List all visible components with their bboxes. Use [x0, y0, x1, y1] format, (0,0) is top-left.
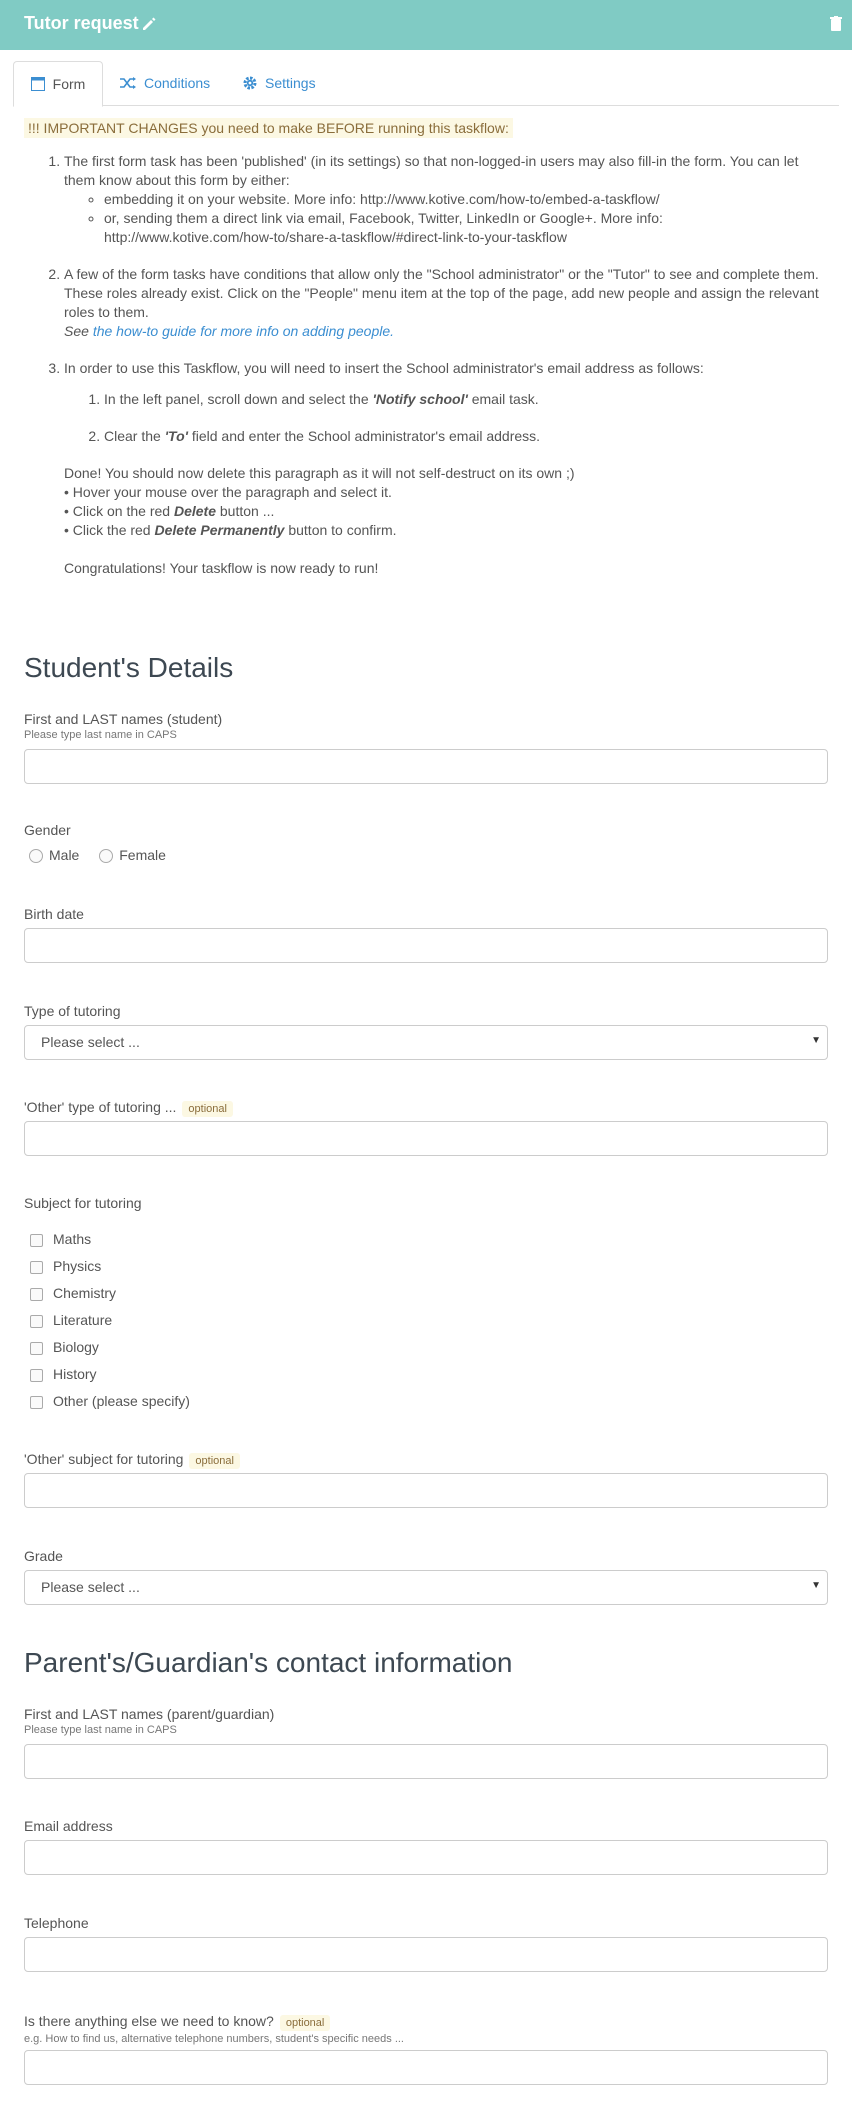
gender-female-label: Female — [119, 847, 166, 863]
instruction-step-3: In order to use this Taskflow, you will … — [64, 359, 824, 578]
email-label: Email address — [24, 1818, 113, 1834]
parent-name-field: First and LAST names (parent/guardian) P… — [24, 1706, 828, 1779]
gender-label: Gender — [24, 822, 71, 838]
other-tutoring-type-field: 'Other' type of tutoring ... optional — [24, 1099, 828, 1156]
email-field: Email address — [24, 1818, 828, 1875]
tab-conditions[interactable]: Conditions — [120, 61, 210, 104]
tutoring-type-label: Type of tutoring — [24, 1003, 121, 1019]
subject-field: Subject for tutoring Maths Physics Chemi… — [24, 1195, 828, 1420]
tab-form[interactable]: Form — [13, 61, 103, 107]
subject-option[interactable]: History — [30, 1366, 97, 1382]
grade-select[interactable]: Please select ... ▼ — [24, 1570, 828, 1605]
other-tutoring-type-label: 'Other' type of tutoring ... — [24, 1099, 177, 1115]
subject-checkbox[interactable] — [30, 1233, 43, 1247]
instruction-step-1: The first form task has been 'published'… — [64, 152, 824, 247]
other-subject-label: 'Other' subject for tutoring — [24, 1451, 184, 1467]
parent-name-input[interactable] — [24, 1744, 828, 1779]
dropdown-arrow-icon: ▼ — [811, 1580, 821, 1591]
tab-settings[interactable]: Settings — [243, 61, 316, 104]
tab-form-label: Form — [52, 76, 86, 92]
student-name-label: First and LAST names (student) — [24, 711, 223, 727]
optional-badge: optional — [182, 1101, 233, 1117]
subject-option[interactable]: Physics — [30, 1258, 101, 1274]
page-title: Tutor request — [24, 13, 139, 33]
shuffle-icon — [120, 76, 136, 89]
subject-option[interactable]: Maths — [30, 1231, 91, 1247]
subject-checkbox[interactable] — [30, 1287, 43, 1301]
telephone-field: Telephone — [24, 1915, 828, 1972]
subject-checkbox[interactable] — [30, 1314, 43, 1328]
grade-value: Please select ... — [41, 1579, 140, 1595]
subject-checkbox[interactable] — [30, 1341, 43, 1355]
other-subject-input[interactable] — [24, 1473, 828, 1508]
student-name-input[interactable] — [24, 749, 828, 784]
optional-badge: optional — [279, 2015, 331, 2031]
instruction-step-3a: In the left panel, scroll down and selec… — [104, 390, 824, 409]
congrats-text: Congratulations! Your taskflow is now re… — [64, 560, 379, 576]
bullet-3: • Click the red Delete Permanently butto… — [64, 522, 397, 538]
student-name-hint: Please type last name in CAPS — [24, 729, 177, 741]
gender-field: Gender Male Female — [24, 822, 828, 864]
email-input[interactable] — [24, 1840, 828, 1875]
top-bar: Tutor request — [0, 0, 852, 50]
subject-checkbox[interactable] — [30, 1395, 43, 1409]
subject-checkbox[interactable] — [30, 1368, 43, 1382]
tab-bar: Form Conditions Settings — [13, 61, 839, 107]
anything-else-field: Is there anything else we need to know? o… — [24, 2013, 828, 2085]
optional-badge: optional — [189, 1453, 240, 1469]
gear-icon — [243, 76, 257, 89]
grade-label: Grade — [24, 1548, 63, 1564]
instruction-step-1a: embedding it on your website. More info:… — [104, 190, 824, 209]
dropdown-arrow-icon: ▼ — [811, 1035, 821, 1046]
tab-settings-label: Settings — [265, 74, 316, 91]
important-notice: !!! IMPORTANT CHANGES you need to make B… — [24, 118, 513, 138]
parent-heading: Parent's/Guardian's contact information — [24, 1647, 513, 1678]
done-text: Done! You should now delete this paragra… — [64, 465, 575, 481]
subject-option[interactable]: Chemistry — [30, 1285, 116, 1301]
parent-name-hint: Please type last name in CAPS — [24, 1724, 177, 1736]
subject-checkbox[interactable] — [30, 1260, 43, 1274]
grade-field: Grade Please select ... ▼ — [24, 1548, 828, 1605]
parent-name-label: First and LAST names (parent/guardian) — [24, 1706, 275, 1722]
birth-date-field: Birth date — [24, 906, 828, 963]
subject-option[interactable]: Other (please specify) — [30, 1393, 190, 1409]
anything-else-input[interactable] — [24, 2050, 828, 2085]
anything-else-label: Is there anything else we need to know? — [24, 2013, 274, 2029]
bullet-2: • Click on the red Delete button ... — [64, 503, 275, 519]
instructions-block: !!! IMPORTANT CHANGES you need to make B… — [24, 118, 824, 596]
subject-option[interactable]: Biology — [30, 1339, 99, 1355]
tutoring-type-field: Type of tutoring Please select ... ▼ — [24, 1003, 828, 1060]
gender-female-radio[interactable] — [99, 849, 114, 864]
subject-label: Subject for tutoring — [24, 1195, 142, 1211]
how-to-guide-link[interactable]: the how-to guide for more info on adding… — [93, 323, 390, 339]
instruction-step-1b: or, sending them a direct link via email… — [104, 209, 824, 247]
tab-conditions-label: Conditions — [144, 74, 211, 91]
student-name-field: First and LAST names (student) Please ty… — [24, 711, 828, 784]
tutoring-type-value: Please select ... — [41, 1034, 140, 1050]
student-details-heading: Student's Details — [24, 652, 234, 683]
form-icon — [30, 77, 45, 91]
instruction-step-3b: Clear the 'To' field and enter the Schoo… — [104, 427, 824, 446]
bullet-1: • Hover your mouse over the paragraph an… — [64, 484, 392, 500]
subject-option[interactable]: Literature — [30, 1312, 112, 1328]
birth-date-input[interactable] — [24, 928, 828, 963]
gender-male-radio[interactable] — [29, 849, 43, 864]
tutoring-type-select[interactable]: Please select ... ▼ — [24, 1025, 828, 1060]
gender-options: Male Female — [29, 847, 166, 864]
instructions-list: The first form task has been 'published'… — [24, 152, 824, 578]
edit-icon[interactable] — [141, 15, 157, 33]
trash-icon[interactable] — [830, 16, 842, 31]
anything-else-hint: e.g. How to find us, alternative telepho… — [24, 2033, 404, 2045]
instruction-step-2: A few of the form tasks have conditions … — [64, 265, 824, 341]
other-subject-field: 'Other' subject for tutoring optional — [24, 1451, 828, 1508]
telephone-label: Telephone — [24, 1915, 89, 1931]
other-tutoring-type-input[interactable] — [24, 1121, 828, 1156]
gender-male-label: Male — [49, 847, 80, 863]
telephone-input[interactable] — [24, 1937, 828, 1972]
birth-date-label: Birth date — [24, 906, 84, 922]
